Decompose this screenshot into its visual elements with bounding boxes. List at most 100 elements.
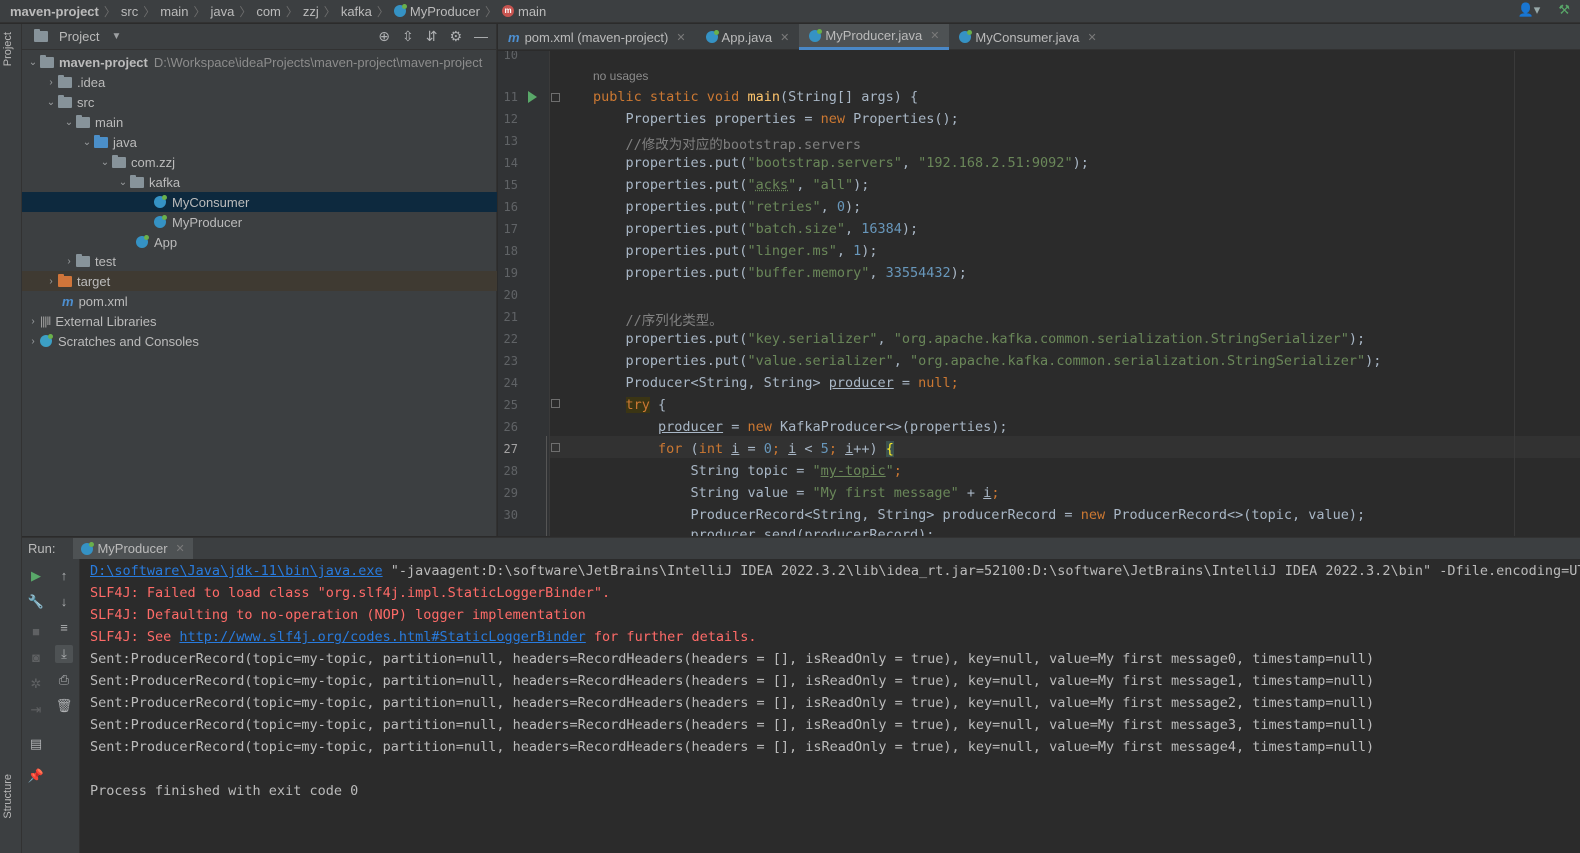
tree-item-target[interactable]: › target <box>22 271 497 291</box>
close-icon[interactable]: ✕ <box>1087 31 1096 44</box>
slf4j-link[interactable]: http://www.slf4j.org/codes.html#StaticLo… <box>179 629 585 645</box>
expand-all-icon[interactable]: ⇳ <box>402 28 414 45</box>
code-token: ); <box>901 221 919 237</box>
crumb-java[interactable]: java <box>210 4 234 19</box>
settings-dim-icon[interactable]: ✲ <box>27 675 45 693</box>
project-tool-tab[interactable]: Project <box>2 32 14 66</box>
line-number: 11 <box>503 90 518 104</box>
stop-icon[interactable]: ■ <box>27 623 45 641</box>
code-token: , <box>796 177 813 193</box>
code-token: ); <box>1072 155 1089 171</box>
soft-wrap-icon[interactable]: ≡ <box>55 619 73 637</box>
close-icon[interactable]: ✕ <box>780 31 789 44</box>
code-editor[interactable]: 10 11 12 13 14 15 16 17 18 19 20 21 22 2… <box>498 51 1580 536</box>
exit-icon[interactable]: ⇥ <box>27 701 45 719</box>
crumb-zzj[interactable]: zzj <box>303 4 319 19</box>
project-panel: Project ▼ ⊕ ⇳ ⇵ ⚙ — ⌄ maven-project D:\W… <box>22 24 497 536</box>
close-icon[interactable]: ✕ <box>176 542 185 555</box>
code-string: " <box>812 463 821 479</box>
crumb-class[interactable]: MyProducer <box>393 4 480 19</box>
tab-app-java[interactable]: App.java ✕ <box>696 24 800 50</box>
scroll-to-end-icon[interactable]: ⤓ <box>55 645 73 663</box>
tree-item-java[interactable]: ⌄ java <box>22 132 497 152</box>
line-number: 23 <box>503 354 518 368</box>
folder-icon <box>58 94 72 108</box>
structure-tool-tab[interactable]: Structure <box>2 774 14 819</box>
tree-item-myproducer[interactable]: MyProducer <box>22 212 497 232</box>
line-number: 12 <box>503 112 518 126</box>
crumb-separator-icon: 〉 <box>285 4 298 19</box>
collapse-all-icon[interactable]: ⇵ <box>426 28 438 45</box>
close-icon[interactable]: ✕ <box>930 29 939 42</box>
user-icon[interactable]: 👤▾ <box>1518 2 1541 18</box>
arrow-down-icon[interactable]: ↓ <box>55 593 73 611</box>
fold-icon[interactable] <box>551 443 560 452</box>
tree-item-external-libraries[interactable]: › |||‖ External Libraries <box>22 311 497 331</box>
code-token: KafkaProducer<>(properties); <box>779 419 1008 435</box>
code-token: = <box>723 419 748 435</box>
line-number-current: 27 <box>503 442 518 456</box>
line-number: 15 <box>503 178 518 192</box>
tree-item-com-zzj[interactable]: ⌄ com.zzj <box>22 152 497 172</box>
chevron-right-icon: › <box>49 275 53 287</box>
class-icon <box>154 215 167 228</box>
tree-item-label: target <box>77 273 111 289</box>
pin-icon[interactable]: 📌 <box>27 767 45 785</box>
crumb-kafka[interactable]: kafka <box>341 4 372 19</box>
tree-item-scratches[interactable]: › Scratches and Consoles <box>22 331 497 351</box>
arrow-up-icon[interactable]: ↑ <box>55 567 73 585</box>
locate-icon[interactable]: ⊕ <box>378 28 390 45</box>
tree-item-pom[interactable]: m pom.xml <box>22 291 497 311</box>
run-icon[interactable] <box>528 91 537 103</box>
code-token: properties.put( <box>625 265 748 281</box>
tab-pom-xml[interactable]: m pom.xml (maven-project) ✕ <box>498 24 696 50</box>
line-number: 18 <box>503 244 518 258</box>
chevron-down-icon[interactable]: ▼ <box>111 31 121 42</box>
code-token: ProducerRecord<>(topic, value); <box>1113 507 1366 523</box>
tree-item-test[interactable]: › test <box>22 251 497 271</box>
run-panel-header: Run: MyProducer ✕ <box>22 537 1580 560</box>
code-token: ; <box>991 485 1000 501</box>
wrench-icon[interactable]: 🔧 <box>27 593 45 611</box>
crumb-method[interactable]: m main <box>502 4 546 19</box>
code-string: " <box>788 177 797 193</box>
crumb-src[interactable]: src <box>121 4 138 19</box>
code-comment: //序列化类型。 <box>625 313 723 329</box>
tree-item-project-root[interactable]: ⌄ maven-project D:\Workspace\ideaProject… <box>22 52 497 72</box>
tree-item-label: pom.xml <box>78 293 128 309</box>
code-token: Producer<String, String> <box>625 375 829 391</box>
project-panel-title[interactable]: Project <box>59 29 99 44</box>
tree-item-kafka[interactable]: ⌄ kafka <box>22 172 497 192</box>
tree-item-idea[interactable]: › .idea <box>22 72 497 92</box>
run-tab-myproducer[interactable]: MyProducer ✕ <box>73 537 193 560</box>
code-string: "org.apache.kafka.common.serialization.S… <box>910 353 1366 369</box>
console-output[interactable]: D:\software\Java\jdk-11\bin\java.exe "-j… <box>80 559 1580 853</box>
build-hammer-icon[interactable]: ⚒ <box>1558 2 1570 18</box>
layout-icon[interactable]: ▤ <box>27 735 45 753</box>
camera-icon[interactable]: ◙ <box>27 649 45 667</box>
close-icon[interactable]: ✕ <box>676 31 685 44</box>
code-line-27: for (int i = 0; i < 5; i++) { <box>593 441 894 457</box>
line-number: 17 <box>503 222 518 236</box>
code-number: 16384 <box>861 221 902 237</box>
trash-icon[interactable]: 🗑 <box>55 697 73 715</box>
tab-myconsumer-java[interactable]: MyConsumer.java ✕ <box>949 24 1106 50</box>
tree-item-main[interactable]: ⌄ main <box>22 112 497 132</box>
tree-item-src[interactable]: ⌄ src <box>22 92 497 112</box>
rerun-icon[interactable]: ▶ <box>27 567 45 585</box>
crumb-com[interactable]: com <box>256 4 281 19</box>
minimize-icon[interactable]: — <box>474 28 488 45</box>
code-token: , <box>901 155 919 171</box>
tab-myproducer-java[interactable]: MyProducer.java ✕ <box>799 24 950 50</box>
no-usages-hint[interactable]: no usages <box>593 69 648 83</box>
tree-item-myconsumer[interactable]: MyConsumer <box>22 192 497 212</box>
java-exe-link[interactable]: D:\software\Java\jdk-11\bin\java.exe <box>90 563 383 579</box>
gear-icon[interactable]: ⚙ <box>449 28 462 45</box>
crumb-main[interactable]: main <box>160 4 188 19</box>
tree-item-label: main <box>95 114 124 130</box>
crumb-project[interactable]: maven-project <box>10 4 99 19</box>
fold-icon[interactable] <box>551 399 560 408</box>
tree-item-app[interactable]: App <box>22 232 497 252</box>
print-icon[interactable]: ⎙ <box>55 671 73 689</box>
fold-icon[interactable] <box>551 93 560 102</box>
